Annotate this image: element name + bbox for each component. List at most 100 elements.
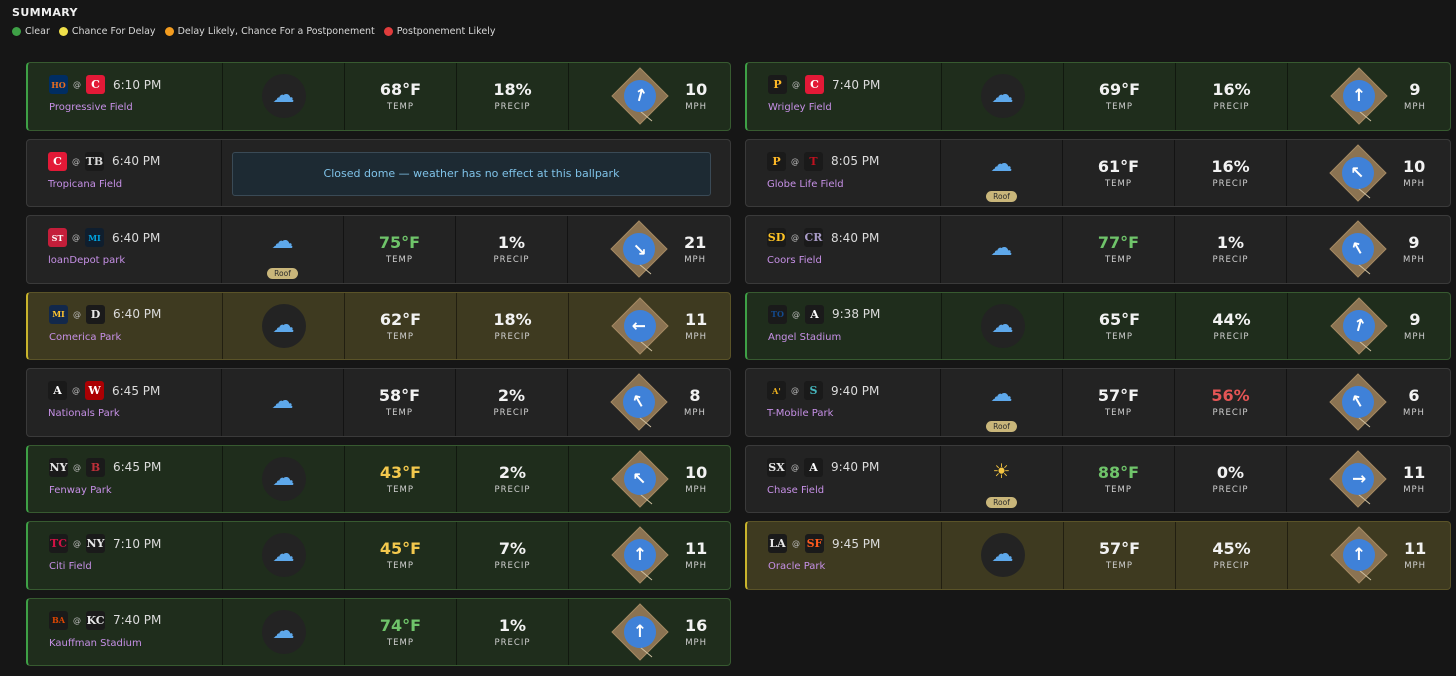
wind-direction-arrow-icon: ↑ bbox=[624, 80, 656, 113]
precip-section: 18% PRECIP bbox=[457, 292, 569, 359]
cloud-icon: ☁ bbox=[991, 312, 1014, 338]
game-card[interactable]: P @ T 8:05 PM Globe Life Field ☁ Roof 61°F TEMP 1… bbox=[745, 138, 1451, 207]
ballpark-name[interactable]: Globe Life Field bbox=[767, 179, 940, 190]
matchup: LA @ SF 9:45 PM bbox=[768, 534, 941, 553]
team-logo-icon: ST bbox=[48, 228, 67, 247]
arrow-glyph: ↑ bbox=[627, 466, 653, 491]
ballpark-name[interactable]: Progressive Field bbox=[49, 102, 222, 113]
precip-label: PRECIP bbox=[494, 484, 531, 495]
at-symbol-icon: @ bbox=[73, 539, 81, 548]
matchup: BA @ KC 7:40 PM bbox=[49, 610, 222, 630]
temp-label: TEMP bbox=[1104, 408, 1133, 419]
wind-direction-arrow-icon: ↑ bbox=[1343, 80, 1375, 113]
ballpark-name[interactable]: Tropicana Field bbox=[48, 179, 221, 190]
game-time: 7:40 PM bbox=[113, 613, 162, 627]
ballpark-name[interactable]: Chase Field bbox=[767, 485, 940, 496]
team-logo-icon: MI bbox=[85, 228, 104, 247]
temp-section: 61°F TEMP bbox=[1063, 139, 1175, 206]
wind-speed-value: 11 bbox=[685, 309, 708, 329]
wind-readout: 6 MPH bbox=[1403, 386, 1425, 418]
wind-field-diagram: ↑ bbox=[1328, 524, 1390, 586]
precip-label: PRECIP bbox=[494, 561, 531, 572]
precip-value: 1% bbox=[498, 615, 527, 635]
ballpark-name[interactable]: Fenway Park bbox=[49, 485, 222, 496]
at-symbol-icon: @ bbox=[72, 156, 80, 166]
temperature-value: 45°F bbox=[379, 539, 422, 559]
cloud-icon: ☁ bbox=[271, 389, 294, 415]
game-card[interactable]: MI @ D 6:40 PM Comerica Park ☁ 62°F TEMP 18% PREC… bbox=[26, 291, 731, 360]
ballpark-name[interactable]: Citi Field bbox=[49, 561, 222, 572]
ballpark-name[interactable]: Angel Stadium bbox=[768, 332, 941, 343]
game-time: 6:45 PM bbox=[112, 383, 161, 398]
at-symbol-icon: @ bbox=[792, 539, 800, 548]
game-card[interactable]: ST @ MI 6:40 PM loanDepot park ☁ Roof 75°F TEMP 1… bbox=[26, 215, 731, 284]
weather-icon-wrap: ☁ bbox=[261, 303, 306, 348]
matchup-section: HO @ C 6:10 PM Progressive Field bbox=[28, 63, 223, 130]
ballpark-name[interactable]: Nationals Park bbox=[48, 408, 221, 419]
game-card[interactable]: TC @ NY 7:10 PM Citi Field ☁ 45°F TEMP 7% PRECIP ↑… bbox=[26, 521, 731, 590]
temperature-value: 74°F bbox=[379, 615, 422, 635]
wind-section: ↑ 11 MPH bbox=[569, 522, 730, 589]
wind-section: ↑ 9 MPH bbox=[1288, 293, 1450, 360]
precip-value: 0% bbox=[1216, 462, 1245, 482]
temp-section: 74°F TEMP bbox=[345, 598, 457, 665]
weather-section: ☁ Roof bbox=[941, 369, 1063, 436]
legend-label: Clear bbox=[25, 26, 50, 37]
temp-section: 43°F TEMP bbox=[345, 445, 457, 512]
cloud-icon: ☁ bbox=[990, 152, 1013, 178]
temp-section: 62°F TEMP bbox=[345, 292, 457, 359]
weather-icon-wrap: ☁ bbox=[980, 303, 1025, 348]
ballpark-name[interactable]: Oracle Park bbox=[768, 561, 941, 572]
ballpark-name[interactable]: Wrigley Field bbox=[768, 102, 941, 113]
wind-unit-label: MPH bbox=[1403, 255, 1425, 266]
game-card[interactable]: LA @ SF 9:45 PM Oracle Park ☁ 57°F TEMP 45% PRECI… bbox=[745, 521, 1451, 590]
game-card[interactable]: A' @ S 9:40 PM T-Mobile Park ☁ Roof 57°F TEMP 56%… bbox=[745, 368, 1451, 437]
team-logo-icon: A' bbox=[767, 381, 786, 400]
matchup-section: TO @ A 9:38 PM Angel Stadium bbox=[747, 292, 942, 359]
wind-field-diagram: ↑ bbox=[1327, 371, 1389, 433]
matchup-section: P @ C 7:40 PM Wrigley Field bbox=[747, 63, 942, 130]
temperature-value: 43°F bbox=[379, 462, 422, 482]
game-card[interactable]: C @ TB 6:40 PM Tropicana Field Closed dome — … bbox=[26, 138, 731, 207]
ballpark-name[interactable]: T-Mobile Park bbox=[767, 408, 940, 419]
wind-direction-arrow-icon: ↑ bbox=[1343, 539, 1375, 572]
at-symbol-icon: @ bbox=[791, 462, 799, 472]
game-card[interactable]: TO @ A 9:38 PM Angel Stadium ☁ 65°F TEMP 44% PREC… bbox=[745, 291, 1451, 360]
wind-readout: 21 MPH bbox=[684, 233, 706, 265]
wind-readout: 11 MPH bbox=[1404, 539, 1426, 571]
ballpark-name[interactable]: Coors Field bbox=[767, 255, 940, 266]
game-card[interactable]: NY @ B 6:45 PM Fenway Park ☁ 43°F TEMP 2% PRECIP ↑… bbox=[26, 444, 731, 513]
precip-section: 45% PRECIP bbox=[1176, 522, 1288, 589]
roof-badge: Roof bbox=[986, 497, 1017, 509]
at-symbol-icon: @ bbox=[73, 615, 81, 625]
wind-unit-label: MPH bbox=[684, 255, 707, 266]
game-card[interactable]: P @ C 7:40 PM Wrigley Field ☁ 69°F TEMP 16% PRECI… bbox=[745, 62, 1451, 131]
matchup: ST @ MI 6:40 PM bbox=[48, 228, 221, 247]
weather-icon-wrap: ☁ bbox=[261, 533, 306, 578]
wind-speed-value: 9 bbox=[1408, 233, 1420, 253]
at-symbol-icon: @ bbox=[72, 233, 80, 242]
wind-speed-value: 16 bbox=[685, 615, 708, 635]
temperature-value: 61°F bbox=[1097, 156, 1140, 176]
game-card[interactable]: A @ W 6:45 PM Nationals Park ☁ 58°F TEMP 2% PRECI… bbox=[26, 368, 731, 437]
game-card[interactable]: HO @ C 6:10 PM Progressive Field ☁ 68°F TEMP 18%… bbox=[26, 62, 731, 131]
games-column-right: P @ C 7:40 PM Wrigley Field ☁ 69°F TEMP 16% PRECI… bbox=[745, 62, 1451, 590]
legend-item: Delay Likely, Chance For a Postponement bbox=[164, 26, 375, 37]
wind-speed-value: 9 bbox=[1409, 80, 1421, 100]
ballpark-name[interactable]: Comerica Park bbox=[49, 332, 222, 343]
at-symbol-icon: @ bbox=[72, 386, 80, 395]
matchup: TO @ A 9:38 PM bbox=[768, 304, 941, 324]
precip-value: 2% bbox=[497, 386, 526, 406]
game-card[interactable]: SX @ A 9:40 PM Chase Field ☀ Roof 88°F TEMP 0% PRE… bbox=[745, 444, 1451, 513]
wind-speed-value: 11 bbox=[1404, 539, 1427, 559]
game-card[interactable]: BA @ KC 7:40 PM Kauffman Stadium ☁ 74°F TEMP 1% P… bbox=[26, 597, 731, 666]
ballpark-name[interactable]: Kauffman Stadium bbox=[49, 638, 222, 649]
arrow-glyph: ↑ bbox=[1349, 314, 1369, 338]
temperature-value: 57°F bbox=[1097, 386, 1140, 406]
game-time: 7:10 PM bbox=[113, 536, 162, 551]
ballpark-name[interactable]: loanDepot park bbox=[48, 255, 221, 266]
game-card[interactable]: SD @ CR 8:40 PM Coors Field ☁ 77°F TEMP 1% PRECIP… bbox=[745, 215, 1451, 284]
temp-label: TEMP bbox=[1105, 561, 1134, 572]
legend-dot-icon bbox=[58, 27, 68, 36]
wind-speed-value: 10 bbox=[1403, 156, 1426, 176]
